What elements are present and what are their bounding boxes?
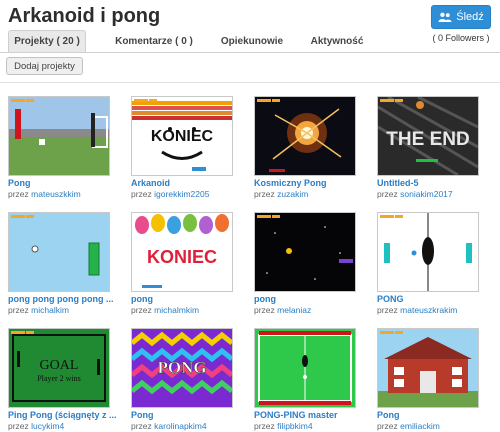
author-prefix: przez [377,421,398,431]
author-prefix: przez [377,305,398,315]
studio-title: Arkanoid i pong [8,5,161,27]
follow-label: Śledź [456,11,484,23]
project-author: przez soniakim2017 [377,189,487,199]
project-title[interactable]: Ping Pong (ściągnęty z ... [8,410,116,420]
author-link[interactable]: karolinapkim4 [154,421,206,431]
tab-activity[interactable]: Aktywność [300,30,374,52]
project-author: przez melaniaz [254,305,364,315]
author-link[interactable]: soniakim2017 [400,189,452,199]
author-prefix: przez [8,189,29,199]
project-card: Pong przez mateuszkkim [8,96,116,208]
author-link[interactable]: lucykim4 [31,421,64,431]
project-thumbnail[interactable]: KONIEC [131,96,233,176]
author-prefix: przez [254,305,275,315]
project-author: przez mateuszkrakim [377,305,487,315]
add-projects-button[interactable]: Dodaj projekty [6,57,83,75]
project-title[interactable]: pong pong pong pong ... [8,294,116,304]
toolbar-divider [0,82,500,83]
author-prefix: przez [131,305,152,315]
tab-divider [0,52,500,53]
author-prefix: przez [254,421,275,431]
svg-text:KONIEC: KONIEC [151,128,214,145]
author-link[interactable]: mateuszkrakim [400,305,457,315]
project-title[interactable]: PONG-PING master [254,410,362,420]
project-thumbnail[interactable]: KONIEC [131,212,233,292]
author-link[interactable]: filipbkim4 [277,421,312,431]
users-icon [438,12,452,22]
project-title[interactable]: Arkanoid [131,178,239,188]
project-title[interactable]: pong [131,294,239,304]
project-author: przez michalmkim [131,305,241,315]
tab-curators[interactable]: Opiekunowie [212,30,292,52]
project-card: KONIEC pong przez michalmkim [131,212,239,324]
svg-text:PONG: PONG [157,358,206,377]
project-thumbnail[interactable]: GOAL Player 2 wins [8,328,110,408]
project-thumbnail[interactable]: THE END [377,96,479,176]
studio-tabs: Projekty ( 20 ) Komentarze ( 0 ) Opiekun… [0,30,420,52]
svg-text:GOAL: GOAL [40,358,79,373]
author-link[interactable]: mateuszkkim [31,189,81,199]
project-author: przez mateuszkkim [8,189,118,199]
project-thumbnail[interactable] [377,212,479,292]
svg-text:KONIEC: KONIEC [147,247,217,267]
project-title[interactable]: Pong [131,410,239,420]
project-title[interactable]: pong [254,294,362,304]
project-thumbnail[interactable] [254,328,356,408]
project-author: przez emiliackim [377,421,487,431]
author-prefix: przez [8,305,29,315]
author-link[interactable]: melaniaz [277,305,311,315]
project-card: Kosmiczny Pong przez zuzakim [254,96,362,208]
author-link[interactable]: zuzakim [277,189,308,199]
author-link[interactable]: michalmkim [154,305,199,315]
project-card: Pong przez emiliackim [377,328,485,432]
author-prefix: przez [8,421,29,431]
project-thumbnail[interactable] [377,328,479,408]
svg-text:THE END: THE END [386,129,469,150]
author-prefix: przez [377,189,398,199]
project-thumbnail[interactable] [8,212,110,292]
tab-comments[interactable]: Komentarze ( 0 ) [104,30,204,52]
project-author: przez igorekkim2205 [131,189,241,199]
project-title[interactable]: Pong [377,410,485,420]
project-title[interactable]: Untitled-5 [377,178,485,188]
author-prefix: przez [131,189,152,199]
project-card: PONG-PING master przez filipbkim4 [254,328,362,432]
author-link[interactable]: emiliackim [400,421,440,431]
project-title[interactable]: PONG [377,294,485,304]
project-card: GOAL Player 2 wins Ping Pong (ściągnęty … [8,328,116,432]
project-thumbnail[interactable]: PONG [131,328,233,408]
project-author: przez karolinapkim4 [131,421,241,431]
project-card: pong przez melaniaz [254,212,362,324]
project-card: KONIEC Arkanoid przez igorekkim2205 [131,96,239,208]
project-thumbnail[interactable] [254,96,356,176]
project-title[interactable]: Kosmiczny Pong [254,178,362,188]
follow-button[interactable]: Śledź [431,5,491,29]
project-author: przez michalkim [8,305,118,315]
project-card: PONG Pong przez karolinapkim4 [131,328,239,432]
author-link[interactable]: igorekkim2205 [154,189,209,199]
svg-text:Player 2 wins: Player 2 wins [37,374,81,383]
author-link[interactable]: michalkim [31,305,69,315]
author-prefix: przez [131,421,152,431]
followers-count: ( 0 Followers ) [432,33,490,43]
project-title[interactable]: Pong [8,178,116,188]
project-author: przez zuzakim [254,189,364,199]
tab-projects[interactable]: Projekty ( 20 ) [8,30,86,52]
project-author: przez filipbkim4 [254,421,364,431]
project-author: przez lucykim4 [8,421,118,431]
author-prefix: przez [254,189,275,199]
project-thumbnail[interactable] [254,212,356,292]
project-card: PONG przez mateuszkrakim [377,212,485,324]
project-card: pong pong pong pong ... przez michalkim [8,212,116,324]
project-thumbnail[interactable] [8,96,110,176]
project-card: THE END Untitled-5 przez soniakim2017 [377,96,485,208]
